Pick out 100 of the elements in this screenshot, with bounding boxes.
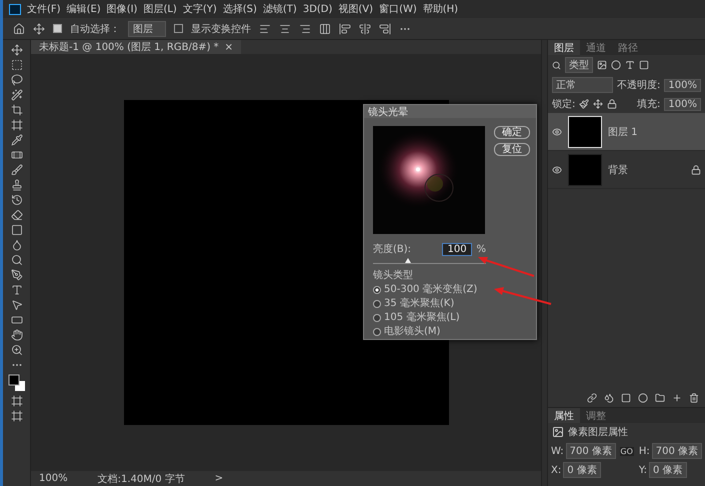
trash-icon[interactable] — [689, 393, 699, 403]
y-field[interactable]: 0 像素 — [649, 462, 687, 478]
layer-row[interactable]: 背景 — [548, 151, 705, 189]
align-right-icon[interactable] — [299, 22, 311, 34]
align-left-icon[interactable] — [259, 22, 271, 34]
annotation-arrow — [493, 284, 553, 306]
menu-item[interactable]: 编辑(E) — [66, 2, 101, 16]
move-icon[interactable] — [10, 44, 22, 56]
filter-dropdown[interactable]: 类型 — [565, 57, 593, 73]
dialog-button[interactable]: 确定 — [494, 126, 530, 139]
crop-icon[interactable] — [10, 104, 22, 116]
brush-lock-icon[interactable] — [579, 99, 590, 109]
align-middle-icon[interactable] — [359, 22, 371, 34]
align-bottom-icon[interactable] — [379, 22, 391, 34]
brightness-field[interactable]: 100 — [442, 242, 472, 256]
document-size: 文档:1.40M/0 字节 — [98, 472, 185, 486]
checkbox[interactable] — [53, 24, 62, 33]
image-icon — [552, 426, 564, 438]
checkbox[interactable] — [174, 24, 183, 33]
zoom-level: 100% — [39, 473, 68, 484]
field-label: W: — [551, 446, 564, 456]
lens-type-label: 镜头类型 — [373, 268, 414, 282]
radio-option[interactable]: 105 毫米聚焦(L) — [373, 312, 486, 324]
mask-icon[interactable] — [621, 393, 631, 403]
menu-item[interactable]: 图层(L) — [143, 2, 177, 16]
app-logo-icon[interactable] — [9, 4, 21, 14]
width-field[interactable]: 700 像素 — [566, 443, 616, 459]
layer-name: 背景 — [608, 164, 629, 176]
menu-item[interactable]: 3D(D) — [302, 4, 332, 14]
panel-tab[interactable]: 通道 — [580, 40, 612, 55]
document-tab[interactable]: 未标题-1 @ 100% (图层 1, RGB/8#) * × — [31, 40, 242, 54]
menu-item[interactable]: 滤镜(T) — [262, 2, 297, 16]
home-icon[interactable] — [13, 22, 25, 34]
close-icon[interactable]: × — [224, 42, 234, 52]
eye-icon[interactable] — [552, 126, 562, 136]
radio-option[interactable]: 50-300 毫米变焦(Z) — [373, 284, 486, 296]
distribute-icon[interactable] — [319, 22, 331, 34]
menu-item[interactable]: 窗口(W) — [379, 2, 417, 16]
move-icon[interactable] — [33, 22, 45, 34]
link-icon[interactable] — [587, 393, 597, 403]
new-layer-icon[interactable] — [672, 393, 682, 403]
brush-icon[interactable] — [10, 164, 22, 176]
opacity-label: 不透明度: — [617, 78, 660, 92]
pen-icon[interactable] — [10, 269, 22, 281]
shape-filter-icon[interactable] — [639, 60, 649, 70]
menu-item[interactable]: 图像(I) — [106, 2, 138, 16]
lasso-icon[interactable] — [10, 74, 22, 86]
pointer-icon[interactable] — [10, 299, 22, 311]
adjustment-icon[interactable] — [638, 393, 648, 403]
height-field[interactable]: 700 像素 — [652, 443, 702, 459]
type-icon[interactable] — [10, 284, 22, 296]
panel-tab[interactable]: 路径 — [612, 40, 644, 55]
menu-item[interactable]: 文件(F) — [27, 2, 61, 16]
opacity-field[interactable]: 100% — [664, 78, 701, 92]
menu-item[interactable]: 视图(V) — [338, 2, 374, 16]
menu-item[interactable]: 文字(Y) — [182, 2, 217, 16]
target-dropdown[interactable]: 图层 — [128, 20, 166, 36]
unit-label: % — [476, 244, 486, 254]
align-top-icon[interactable] — [339, 22, 351, 34]
layer-thumbnail — [568, 116, 602, 148]
droplet-icon[interactable] — [10, 239, 22, 251]
blend-mode-dropdown[interactable]: 正常 — [552, 77, 614, 93]
eyedropper-icon[interactable] — [10, 134, 22, 146]
folder-icon[interactable] — [655, 393, 665, 403]
x-field[interactable]: 0 像素 — [563, 462, 601, 478]
bandage-icon[interactable] — [10, 149, 22, 161]
stamp-icon[interactable] — [10, 179, 22, 191]
type-filter-icon[interactable] — [625, 60, 635, 70]
dialog-button[interactable]: 复位 — [494, 143, 530, 156]
panel-tab[interactable]: 属性 — [548, 408, 580, 423]
frame-icon[interactable] — [10, 119, 22, 131]
layer-row[interactable]: 图层 1 — [548, 113, 705, 151]
radio-option[interactable]: 35 毫米聚焦(K) — [373, 298, 486, 310]
marquee-icon[interactable] — [10, 59, 22, 71]
field-label: H: — [638, 446, 650, 456]
panel-tab[interactable]: 调整 — [580, 408, 612, 423]
radio-option[interactable]: 电影镜头(M) — [373, 326, 486, 338]
fill-field[interactable]: 100% — [664, 98, 701, 110]
link-toggle[interactable]: GO — [620, 446, 634, 456]
layer-name: 图层 1 — [608, 126, 639, 138]
effects-icon[interactable] — [604, 393, 614, 403]
lock-icon[interactable] — [607, 99, 618, 109]
lock-label: 锁定: — [552, 98, 576, 111]
hand-icon[interactable] — [10, 329, 22, 341]
move-lock-icon[interactable] — [593, 99, 604, 109]
status-arrow[interactable]: > — [214, 473, 224, 484]
image-filter-icon[interactable] — [597, 60, 607, 70]
zoom-icon[interactable] — [10, 344, 22, 356]
wand-icon[interactable] — [10, 89, 22, 101]
menu-item[interactable]: 选择(S) — [222, 2, 257, 16]
history-brush-icon[interactable] — [10, 194, 22, 206]
eraser-icon[interactable] — [10, 209, 22, 221]
align-center-icon[interactable] — [279, 22, 291, 34]
panel-tab[interactable]: 图层 — [548, 40, 580, 55]
slider-thumb[interactable] — [405, 258, 412, 263]
rectangle-icon[interactable] — [10, 314, 22, 326]
adjust-filter-icon[interactable] — [611, 60, 621, 70]
menu-item[interactable]: 帮助(H) — [422, 2, 458, 16]
color-swatches-icon[interactable] — [8, 374, 26, 392]
eye-icon[interactable] — [552, 164, 562, 174]
